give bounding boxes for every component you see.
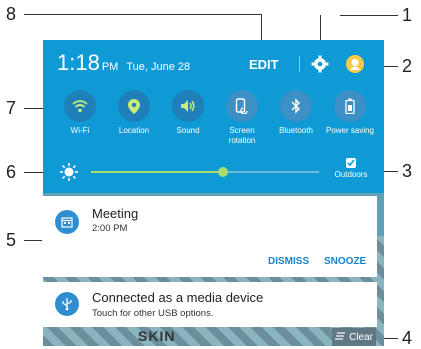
callout-8: 8 xyxy=(6,4,17,24)
notification-subtitle: Touch for other USB options. xyxy=(92,308,214,319)
callout-8-line xyxy=(24,14,262,15)
sound-icon xyxy=(172,90,204,122)
clock-time: 1:18 xyxy=(57,50,100,75)
settings-gear-icon[interactable] xyxy=(310,54,330,74)
outdoors-label: Outdoors xyxy=(334,170,368,179)
toggle-wifi[interactable]: Wi-Fi xyxy=(53,90,107,146)
toggle-label: Wi-Fi xyxy=(70,126,90,135)
dismiss-button[interactable]: DISMISS xyxy=(268,256,309,267)
toggle-sound[interactable]: Sound xyxy=(161,90,215,146)
date-label: Tue, June 28 xyxy=(126,61,191,73)
screen-rotation-icon xyxy=(226,90,258,122)
quick-toggles: Wi-Fi Location Sound Screen rotation Blu… xyxy=(53,90,383,146)
brightness-icon xyxy=(59,162,79,187)
clock-ampm: PM xyxy=(101,61,119,73)
snooze-button[interactable]: SNOOZE xyxy=(324,256,366,267)
clear-label: Clear xyxy=(349,331,373,343)
brightness-fill xyxy=(91,171,224,173)
toggle-screen-rotation[interactable]: Screen rotation xyxy=(215,90,269,146)
notification-panel: SKIN 1:18 PM Tue, June 28 EDIT Wi-Fi Loc… xyxy=(43,40,384,346)
toggle-label: Power saving xyxy=(325,126,375,135)
wifi-icon xyxy=(64,90,96,122)
toggle-location[interactable]: Location xyxy=(107,90,161,146)
callout-1: 1 xyxy=(402,5,413,25)
location-icon xyxy=(118,90,150,122)
bluetooth-icon xyxy=(280,90,312,122)
outdoors-toggle[interactable]: Outdoors xyxy=(327,158,375,179)
callout-4-line xyxy=(382,338,398,339)
callout-2: 2 xyxy=(402,56,413,76)
edit-button[interactable]: EDIT xyxy=(249,57,279,72)
callout-4: 4 xyxy=(402,328,413,348)
brightness-slider[interactable] xyxy=(91,167,319,177)
toggle-label: Screen rotation xyxy=(228,126,256,145)
clear-all-icon xyxy=(335,331,346,343)
outdoors-checkbox[interactable] xyxy=(346,158,356,168)
callout-1-line xyxy=(340,15,398,16)
notification-meeting[interactable]: Meeting 2:00 PM DISMISS SNOOZE xyxy=(43,196,377,277)
notification-title: Meeting xyxy=(92,206,139,221)
status-bar: 1:18 PM Tue, June 28 xyxy=(57,50,190,76)
power-saving-icon xyxy=(334,90,366,122)
notification-subtitle: 2:00 PM xyxy=(92,223,128,234)
callout-5: 5 xyxy=(6,230,17,250)
brightness-thumb[interactable] xyxy=(218,167,229,177)
wallpaper-text: SKIN xyxy=(138,328,176,344)
toggle-label: Sound xyxy=(176,126,200,135)
quick-settings-shade: 1:18 PM Tue, June 28 EDIT Wi-Fi Location… xyxy=(43,40,384,193)
toggle-label: Bluetooth xyxy=(279,126,313,135)
notification-title: Connected as a media device xyxy=(92,290,264,305)
toggle-power-saving[interactable]: Power saving xyxy=(323,90,377,146)
clear-button[interactable]: Clear xyxy=(332,328,376,346)
brightness-row: Outdoors xyxy=(57,158,377,182)
divider xyxy=(299,56,300,72)
usb-icon xyxy=(55,292,79,316)
callout-7: 7 xyxy=(6,98,17,118)
notification-usb[interactable]: Connected as a media device Touch for ot… xyxy=(43,282,377,327)
callout-5-line xyxy=(24,240,42,241)
calendar-icon xyxy=(55,210,79,234)
toggle-bluetooth[interactable]: Bluetooth xyxy=(269,90,323,146)
user-avatar-icon[interactable] xyxy=(346,55,364,73)
toggle-label: Location xyxy=(118,126,150,135)
callout-3: 3 xyxy=(402,161,413,181)
callout-6: 6 xyxy=(6,162,17,182)
